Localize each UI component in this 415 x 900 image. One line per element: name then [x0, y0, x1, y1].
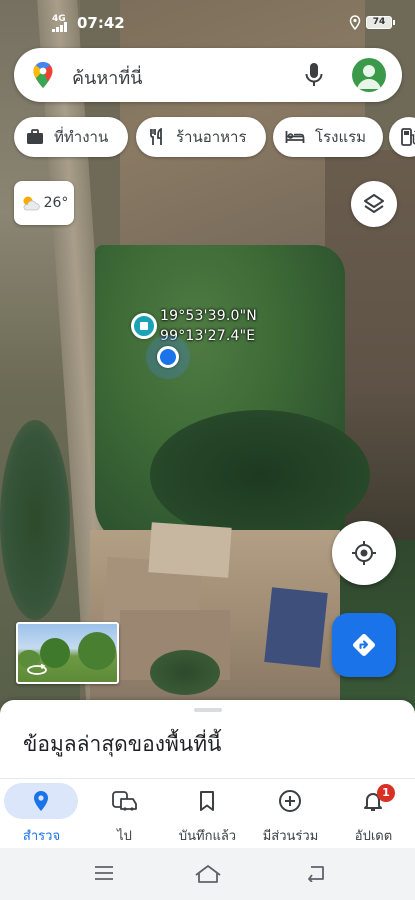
signal-icon — [52, 22, 72, 32]
battery-icon: 74 — [366, 16, 395, 29]
nav-explore-label: สำรวจ — [22, 829, 61, 844]
satellite-map[interactable]: 19°53'39.0"N 99°13'27.4"E — [0, 0, 415, 712]
map-building — [264, 587, 328, 668]
map-trees — [150, 410, 370, 540]
my-location-dot-icon — [157, 346, 179, 368]
nav-saved[interactable]: บันทึกแล้ว — [166, 779, 249, 849]
home-icon[interactable] — [194, 864, 222, 884]
thumb-tree — [78, 632, 116, 670]
search-input[interactable]: ค้นหาที่นี่ — [72, 63, 143, 92]
explore-pin-icon — [34, 791, 48, 811]
nav-contribute[interactable]: มีส่วนร่วม — [249, 779, 332, 849]
location-status-icon — [349, 15, 361, 30]
pin-latitude: 19°53'39.0"N — [160, 308, 257, 324]
search-bar[interactable]: ค้นหาที่นี่ — [14, 48, 402, 102]
temperature: 26° — [43, 195, 69, 211]
notification-badge: 1 — [377, 784, 395, 802]
dropped-pin-icon[interactable] — [131, 313, 157, 339]
recents-menu-icon[interactable] — [93, 864, 115, 882]
nav-explore[interactable]: สำรวจ — [0, 779, 83, 849]
add-circle-icon — [279, 790, 301, 812]
directions-icon — [353, 634, 375, 656]
nav-contribute-label: มีส่วนร่วม — [262, 829, 319, 844]
commute-car-icon — [112, 791, 137, 811]
category-chips: ที่ทำงาน ร้านอาหาร โรงแรม — [14, 117, 415, 159]
sheet-title: ข้อมูลล่าสุดของพื้นที่นี้ — [23, 732, 222, 756]
map-building — [148, 522, 232, 578]
nav-updates-label: อัปเดต — [354, 829, 393, 844]
sheet-drag-handle[interactable] — [194, 708, 222, 712]
nav-saved-label: บันทึกแล้ว — [178, 829, 237, 844]
hotel-icon — [285, 131, 305, 143]
directions-button[interactable] — [332, 613, 396, 677]
chip-hotel-label: โรงแรม — [315, 128, 367, 146]
briefcase-icon — [27, 129, 43, 144]
weather-chip[interactable]: 26° — [14, 181, 74, 225]
rotate-360-icon — [27, 663, 47, 675]
fuel-icon — [401, 128, 415, 146]
bookmark-icon — [200, 791, 214, 811]
layers-icon — [364, 194, 384, 213]
person-icon — [357, 65, 381, 89]
chip-fuel[interactable] — [389, 117, 415, 157]
back-icon[interactable] — [305, 864, 327, 882]
map-layers-button[interactable] — [351, 181, 397, 227]
nav-go-label: ไป — [117, 829, 132, 844]
chip-restaurant-label: ร้านอาหาร — [176, 128, 247, 146]
my-location-button[interactable] — [332, 521, 396, 585]
restaurant-icon — [150, 128, 162, 145]
clock: 07:42 — [77, 14, 125, 32]
map-trees — [0, 420, 70, 620]
map-trees — [150, 650, 220, 695]
status-bar: 4G 07:42 74 — [0, 0, 415, 44]
bottom-sheet[interactable]: ข้อมูลล่าสุดของพื้นที่นี้ — [0, 700, 415, 780]
account-avatar[interactable] — [352, 58, 386, 92]
google-maps-pin-icon — [33, 62, 53, 88]
chip-work[interactable]: ที่ทำงาน — [14, 117, 128, 157]
bottom-navigation: สำรวจ ไป บันทึกแล้ว มีส่วนร่วม 1 อัปเดต — [0, 778, 415, 848]
partly-cloudy-icon — [23, 196, 40, 211]
system-navigation-bar — [0, 848, 415, 900]
nav-go[interactable]: ไป — [83, 779, 166, 849]
chip-restaurant[interactable]: ร้านอาหาร — [136, 117, 266, 157]
chip-hotel[interactable]: โรงแรม — [273, 117, 383, 157]
chip-work-label: ที่ทำงาน — [54, 128, 109, 146]
microphone-icon[interactable] — [303, 62, 325, 88]
street-view-thumbnail[interactable] — [16, 622, 119, 684]
crosshair-icon — [352, 541, 376, 565]
nav-updates[interactable]: 1 อัปเดต — [332, 779, 415, 849]
